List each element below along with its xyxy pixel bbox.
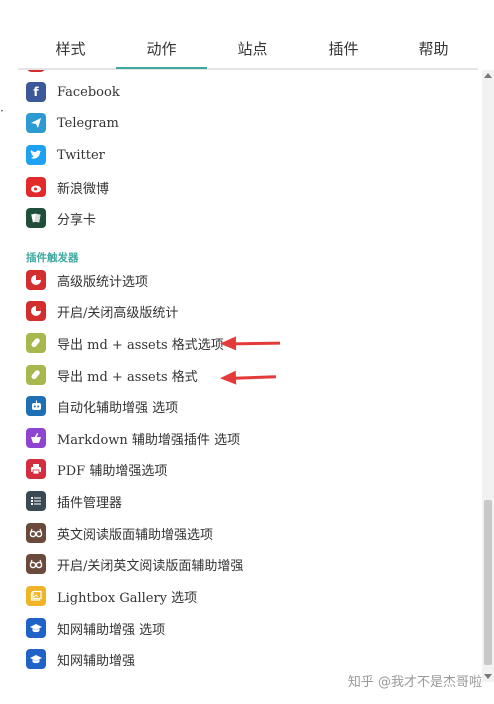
- export-icon: [26, 333, 46, 353]
- annotation-arrow: [233, 341, 281, 346]
- scroll-up-icon[interactable]: [484, 73, 492, 78]
- list-item-facebook[interactable]: f Facebook: [26, 80, 120, 104]
- list-item-label: Markdown 辅助增强插件 选项: [57, 432, 241, 448]
- list-item-label: Lightbox Gallery 选项: [57, 590, 198, 606]
- scroll-down-icon[interactable]: [484, 674, 492, 679]
- list-item-cnki[interactable]: 知网辅助增强: [26, 647, 135, 671]
- list-item-label: Twitter: [57, 147, 105, 163]
- graduation-cap-icon: [26, 649, 46, 669]
- list-item-telegram[interactable]: Telegram: [26, 111, 119, 135]
- list-item-automation-options[interactable]: 自动化辅助增强 选项: [26, 394, 178, 418]
- list-item-label: 自动化辅助增强 选项: [57, 400, 179, 416]
- twitter-icon: [26, 145, 46, 165]
- list-item-label: 高级版统计选项: [57, 274, 149, 290]
- markdown-icon: [26, 428, 46, 448]
- list-item-export-md[interactable]: 导出 md + assets 格式: [26, 363, 198, 387]
- tab-sites[interactable]: 站点: [207, 38, 298, 59]
- edge-marker: ·: [0, 104, 4, 118]
- list-item-lightbox-options[interactable]: Lightbox Gallery 选项: [26, 584, 197, 608]
- list-item-label: 插件管理器: [57, 495, 123, 511]
- list-item-markdown-options[interactable]: Markdown 辅助增强插件 选项: [26, 426, 240, 450]
- list-item-label: 英文阅读版面辅助增强选项: [57, 527, 214, 543]
- printer-icon: [26, 459, 46, 479]
- graduation-cap-icon: [26, 618, 46, 638]
- share-card-icon: [26, 208, 46, 228]
- section-title: 插件触发器: [26, 252, 79, 264]
- list-item-label: 知网辅助增强: [57, 653, 136, 669]
- list-item-pdf-options[interactable]: PDF 辅助增强选项: [26, 457, 167, 481]
- list-item-label: 开启/关闭高级版统计: [57, 305, 179, 321]
- list-icon: [26, 491, 46, 511]
- list-item-label: Facebook: [57, 84, 120, 100]
- list-item-label: 导出 md + assets 格式选项: [57, 337, 224, 353]
- list-item-cnki-options[interactable]: 知网辅助增强 选项: [26, 616, 165, 640]
- tab-help[interactable]: 帮助: [388, 38, 479, 59]
- list-item-label: 新浪微博: [57, 181, 110, 197]
- glasses-icon: [26, 523, 46, 543]
- tab-plugins[interactable]: 插件: [298, 38, 389, 59]
- list-item-twitter[interactable]: Twitter: [26, 143, 105, 167]
- telegram-icon: [26, 113, 46, 133]
- facebook-icon: f: [26, 82, 46, 102]
- list-item-label: 知网辅助增强 选项: [57, 622, 166, 638]
- list-item-reading-layout-options[interactable]: 英文阅读版面辅助增强选项: [26, 521, 213, 545]
- list-item-label: 导出 md + assets 格式: [57, 369, 198, 385]
- list-item-advanced-stats-options[interactable]: 高级版统计选项: [26, 268, 148, 292]
- list-item-toggle-advanced-stats[interactable]: 开启/关闭高级版统计: [26, 299, 178, 323]
- actions-list-panel: f Facebook Telegram Twitter 新浪微博 分享卡 插件触…: [18, 70, 488, 678]
- list-item-label: PDF 辅助增强选项: [57, 463, 168, 479]
- stats-icon: [26, 301, 46, 321]
- annotation-arrow: [233, 375, 277, 380]
- watermark: 知乎 @我才不是杰哥啦: [347, 675, 482, 690]
- list-item-export-md-options[interactable]: 导出 md + assets 格式选项: [26, 331, 224, 355]
- tab-actions[interactable]: 动作: [116, 38, 207, 69]
- tab-bar: 样式 动作 站点 插件 帮助: [18, 28, 478, 70]
- robot-icon: [26, 396, 46, 416]
- list-item-label: Telegram: [57, 115, 119, 131]
- glasses-icon: [26, 554, 46, 574]
- partial-icon: [26, 70, 46, 72]
- tab-style[interactable]: 样式: [25, 38, 116, 59]
- list-item-share-card[interactable]: 分享卡: [26, 206, 96, 230]
- list-item-plugin-manager[interactable]: 插件管理器: [26, 489, 122, 513]
- list-item-label: 开启/关闭英文阅读版面辅助增强: [57, 558, 244, 574]
- list-item-weibo[interactable]: 新浪微博: [26, 175, 109, 199]
- vertical-scrollbar[interactable]: [482, 70, 494, 682]
- scrollbar-thumb[interactable]: [484, 500, 492, 665]
- list-item-label: 分享卡: [57, 212, 97, 228]
- list-item-toggle-reading-layout[interactable]: 开启/关闭英文阅读版面辅助增强: [26, 552, 243, 576]
- export-icon: [26, 365, 46, 385]
- gallery-icon: [26, 586, 46, 606]
- stats-icon: [26, 270, 46, 290]
- weibo-icon: [26, 177, 46, 197]
